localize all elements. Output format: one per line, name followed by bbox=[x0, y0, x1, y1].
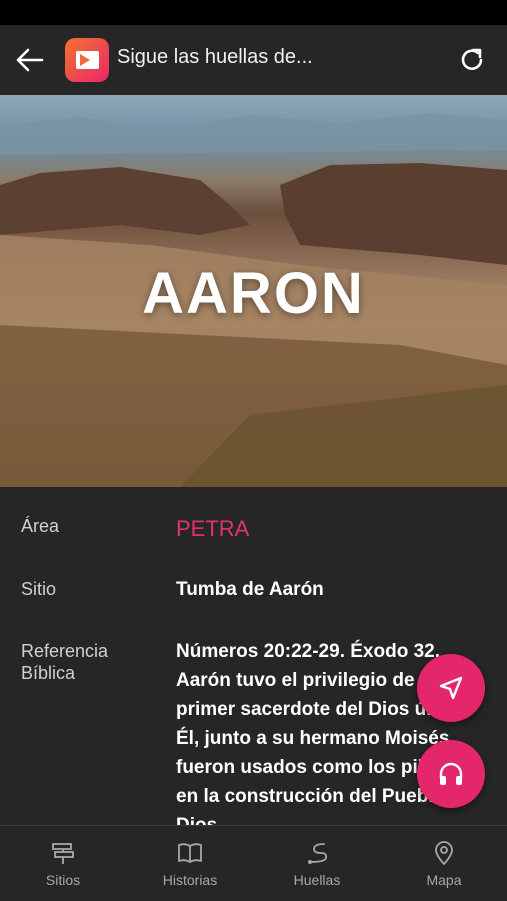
site-value: Tumba de Aarón bbox=[176, 579, 324, 600]
nav-item-sitios[interactable]: Sitios bbox=[0, 826, 126, 901]
reference-label-line-2: Bíblica bbox=[21, 663, 76, 683]
app-title: Sigue las huellas de... bbox=[117, 46, 313, 68]
area-value[interactable]: PETRA bbox=[176, 514, 249, 543]
nav-item-huellas[interactable]: Huellas bbox=[254, 826, 380, 901]
navigate-button[interactable] bbox=[417, 654, 485, 722]
headphones-icon bbox=[439, 762, 463, 785]
signpost-icon bbox=[52, 843, 74, 864]
area-label: Área bbox=[21, 516, 60, 536]
site-label: Sitio bbox=[21, 579, 57, 599]
status-bar bbox=[0, 0, 507, 25]
path-icon bbox=[308, 843, 328, 864]
back-arrow-icon[interactable] bbox=[14, 47, 46, 73]
reference-label-line-1: Referencia bbox=[21, 641, 109, 661]
app-logo-icon bbox=[65, 38, 109, 82]
nav-item-historias[interactable]: Historias bbox=[127, 826, 253, 901]
nav-label-historias: Historias bbox=[162, 872, 218, 888]
refresh-icon[interactable] bbox=[457, 45, 487, 75]
nav-item-mapa[interactable]: Mapa bbox=[381, 826, 507, 901]
hero-title: AARON bbox=[142, 261, 365, 326]
map-pin-icon bbox=[435, 841, 453, 865]
book-icon bbox=[178, 843, 202, 863]
app-bar: Sigue las huellas de... bbox=[0, 25, 507, 95]
nav-label-sitios: Sitios bbox=[45, 872, 81, 888]
bottom-navigation: Sitios Historias Huellas Mapa bbox=[0, 825, 507, 901]
hero-image: AARON bbox=[0, 95, 507, 487]
nav-label-mapa: Mapa bbox=[426, 872, 462, 888]
nav-label-huellas: Huellas bbox=[293, 872, 341, 888]
audio-button[interactable] bbox=[417, 740, 485, 808]
navigation-arrow-icon bbox=[439, 676, 463, 700]
